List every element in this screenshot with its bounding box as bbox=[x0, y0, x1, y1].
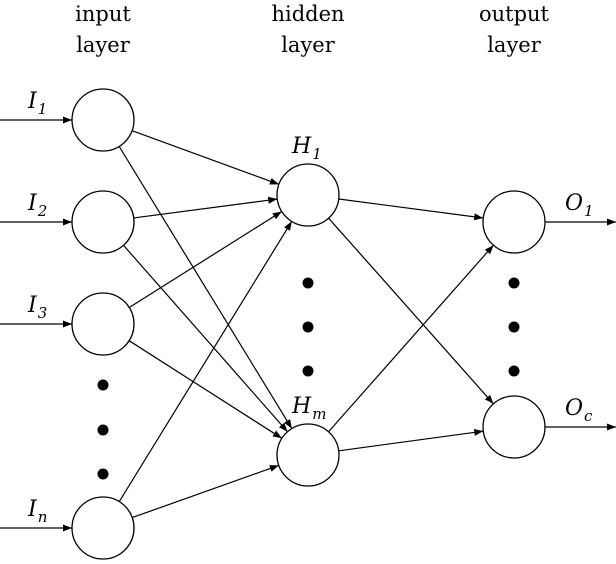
node-label: O1 bbox=[565, 191, 594, 220]
ellipsis-dot bbox=[508, 277, 520, 289]
ellipsis-dot bbox=[508, 365, 520, 377]
layer-title: input bbox=[75, 2, 131, 26]
layer-title: hidden bbox=[271, 2, 344, 26]
connection-edge bbox=[338, 198, 484, 221]
neuron-node bbox=[71, 496, 135, 560]
neuron-node bbox=[71, 88, 135, 152]
layer-title: output bbox=[479, 2, 550, 26]
neuron-node bbox=[276, 163, 340, 227]
connection-edge bbox=[131, 130, 280, 185]
connection-edge bbox=[328, 244, 494, 433]
node-label: Oc bbox=[565, 396, 593, 425]
node-label: I2 bbox=[27, 191, 47, 220]
connection-edge bbox=[128, 340, 283, 439]
layer-title: layer bbox=[76, 33, 131, 57]
connection-edge bbox=[118, 221, 293, 502]
connection-edge bbox=[128, 211, 283, 308]
connection-edge bbox=[338, 428, 484, 452]
neural-network-diagram: input layer hidden layer output layer I1 I2 I3 I… bbox=[0, 2, 616, 560]
node-label: Hm bbox=[291, 394, 326, 423]
neuron-node bbox=[71, 292, 135, 356]
neuron-node bbox=[276, 423, 340, 487]
neuron-node bbox=[482, 395, 546, 459]
node-label: I1 bbox=[27, 89, 47, 118]
ellipsis-dot bbox=[97, 379, 109, 391]
node-label: In bbox=[27, 497, 47, 526]
ellipsis-dot bbox=[97, 424, 109, 436]
connection-edge bbox=[328, 217, 494, 405]
ellipsis-dot bbox=[302, 365, 314, 377]
connection-edge bbox=[133, 196, 278, 219]
ellipsis-dot bbox=[302, 277, 314, 289]
node-label: I3 bbox=[27, 293, 47, 322]
connection-edge bbox=[132, 464, 279, 519]
connection-edge bbox=[118, 146, 293, 429]
neuron-node bbox=[71, 190, 135, 254]
ellipsis-dot bbox=[97, 468, 109, 480]
layer-title: layer bbox=[487, 33, 542, 57]
layer-title: layer bbox=[281, 33, 336, 57]
node-label: H1 bbox=[291, 134, 322, 163]
ellipsis-dot bbox=[508, 321, 520, 333]
connection-edge bbox=[123, 244, 288, 433]
neuron-node bbox=[482, 190, 546, 254]
ellipsis-dot bbox=[302, 321, 314, 333]
